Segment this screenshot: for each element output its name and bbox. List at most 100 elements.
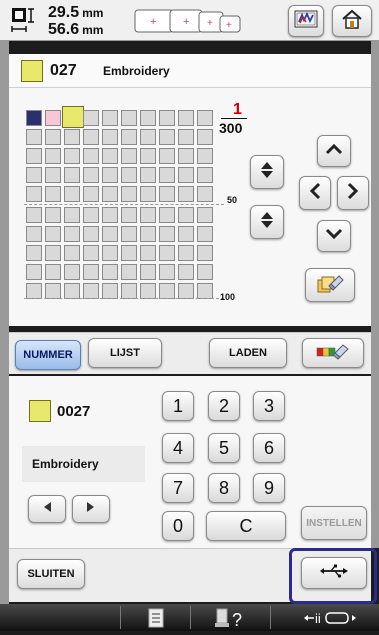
color-cell[interactable] <box>64 207 80 223</box>
color-cell[interactable] <box>159 110 175 126</box>
color-cell[interactable] <box>83 245 99 261</box>
color-cell[interactable] <box>102 167 118 183</box>
color-cell[interactable] <box>140 167 156 183</box>
color-cell[interactable] <box>26 264 42 280</box>
color-cell[interactable] <box>197 129 213 145</box>
color-cell[interactable] <box>197 148 213 164</box>
color-cell[interactable] <box>26 226 42 242</box>
color-cell[interactable] <box>83 207 99 223</box>
key-1[interactable]: 1 <box>162 391 194 421</box>
color-cell[interactable] <box>83 226 99 242</box>
color-cell[interactable] <box>83 129 99 145</box>
color-cell[interactable] <box>45 186 61 202</box>
color-cell[interactable] <box>197 207 213 223</box>
color-cell[interactable] <box>178 110 194 126</box>
color-cell[interactable] <box>121 226 137 242</box>
key-3[interactable]: 3 <box>253 391 285 421</box>
checklist-button[interactable] <box>145 608 169 628</box>
color-cell[interactable] <box>102 129 118 145</box>
arrow-down-button[interactable] <box>317 220 351 252</box>
color-cell[interactable] <box>83 167 99 183</box>
color-cell[interactable] <box>64 226 80 242</box>
home-button[interactable] <box>332 5 372 37</box>
color-cell[interactable] <box>140 245 156 261</box>
previous-button[interactable] <box>28 495 66 523</box>
palette-eraser-button[interactable] <box>302 338 364 368</box>
color-cell[interactable] <box>83 148 99 164</box>
eraser-button[interactable] <box>305 268 355 302</box>
color-cell[interactable] <box>121 283 137 299</box>
color-cell[interactable] <box>64 245 80 261</box>
color-cell-selected[interactable] <box>62 106 84 128</box>
color-cell[interactable] <box>178 245 194 261</box>
color-cell[interactable] <box>121 207 137 223</box>
color-cell[interactable] <box>197 167 213 183</box>
color-cell[interactable] <box>102 186 118 202</box>
color-cell[interactable] <box>140 226 156 242</box>
color-cell[interactable] <box>140 110 156 126</box>
key-8[interactable]: 8 <box>208 473 240 503</box>
color-cell[interactable] <box>64 129 80 145</box>
load-button[interactable]: LADEN <box>209 338 287 368</box>
color-cell[interactable] <box>140 264 156 280</box>
color-cell[interactable] <box>140 148 156 164</box>
color-cell[interactable] <box>121 264 137 280</box>
color-cell[interactable] <box>140 129 156 145</box>
color-cell[interactable] <box>159 129 175 145</box>
color-cell[interactable] <box>178 264 194 280</box>
key-5[interactable]: 5 <box>208 433 240 463</box>
color-cell[interactable] <box>45 283 61 299</box>
color-cell[interactable] <box>159 283 175 299</box>
color-cell[interactable] <box>102 264 118 280</box>
color-cell[interactable] <box>121 148 137 164</box>
color-cell[interactable] <box>178 167 194 183</box>
key-7[interactable]: 7 <box>162 473 194 503</box>
color-cell[interactable] <box>102 283 118 299</box>
color-cell[interactable] <box>45 245 61 261</box>
color-cell[interactable] <box>26 167 42 183</box>
usb-button[interactable] <box>301 557 367 589</box>
help-button[interactable]: ? <box>213 606 251 630</box>
color-cell[interactable] <box>45 207 61 223</box>
color-cell[interactable] <box>197 186 213 202</box>
color-cell[interactable] <box>121 245 137 261</box>
color-cell[interactable] <box>45 264 61 280</box>
color-cell[interactable] <box>26 110 42 126</box>
color-cell[interactable] <box>159 245 175 261</box>
thread-color-button[interactable] <box>288 5 324 37</box>
color-cell[interactable] <box>197 226 213 242</box>
color-cell[interactable] <box>83 186 99 202</box>
color-cell[interactable] <box>26 207 42 223</box>
key-6[interactable]: 6 <box>253 433 285 463</box>
key-2[interactable]: 2 <box>208 391 240 421</box>
color-cell[interactable] <box>102 207 118 223</box>
arrow-right-button[interactable] <box>337 176 369 210</box>
color-cell[interactable] <box>178 148 194 164</box>
color-cell[interactable] <box>159 186 175 202</box>
color-cell[interactable] <box>102 110 118 126</box>
color-cell[interactable] <box>159 167 175 183</box>
arrow-up-button[interactable] <box>317 135 351 167</box>
next-button[interactable] <box>72 495 110 523</box>
color-cell[interactable] <box>197 283 213 299</box>
page-down-button[interactable] <box>250 205 284 239</box>
color-cell[interactable] <box>197 110 213 126</box>
color-cell[interactable] <box>178 283 194 299</box>
color-cell[interactable] <box>140 186 156 202</box>
color-cell[interactable] <box>159 264 175 280</box>
color-cell[interactable] <box>26 186 42 202</box>
color-cell[interactable] <box>83 264 99 280</box>
color-cell[interactable] <box>197 264 213 280</box>
color-cell[interactable] <box>178 186 194 202</box>
tab-list[interactable]: LIJST <box>88 338 162 368</box>
color-cell[interactable] <box>26 245 42 261</box>
color-cell[interactable] <box>140 283 156 299</box>
color-cell[interactable] <box>26 283 42 299</box>
color-cell[interactable] <box>178 226 194 242</box>
color-cell[interactable] <box>45 148 61 164</box>
close-button[interactable]: SLUITEN <box>17 559 85 589</box>
clear-button[interactable]: C <box>206 511 286 541</box>
color-cell[interactable] <box>121 167 137 183</box>
color-cell[interactable] <box>197 245 213 261</box>
color-cell[interactable] <box>26 129 42 145</box>
